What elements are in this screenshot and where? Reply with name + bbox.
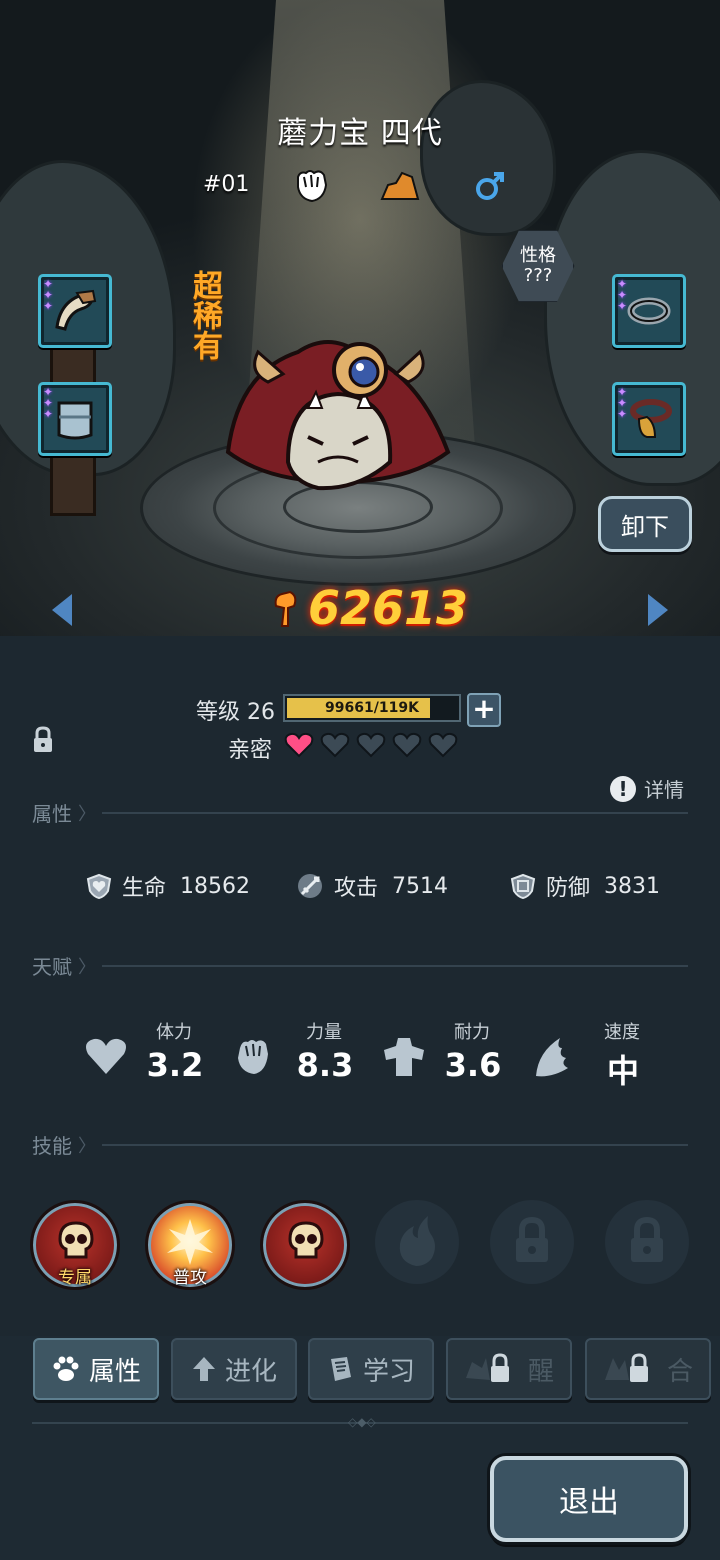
stat-attack: 攻击 7514 [296,870,448,902]
sword-icon [298,874,322,898]
pet-number: #01 [203,172,250,197]
armor-vest-icon [57,401,93,440]
tab-awaken-locked[interactable]: 醒 [446,1338,572,1400]
pet-name: 蘑力宝 四代 [277,116,443,151]
skill-slot-3[interactable] [260,1200,350,1290]
terrain-rock-icon [380,168,420,204]
chevron-right-icon: 〉 [78,1135,96,1157]
flame-icon [399,1216,435,1266]
burst-icon [167,1219,213,1265]
equipment-slot-armor[interactable]: ✦ ✦ ✦ [38,382,112,456]
add-xp-button[interactable]: + [467,693,501,727]
divider: ◇◆◇ [32,1416,688,1428]
affinity-hearts [284,732,458,758]
skill-tag: 专属 [58,1268,92,1288]
heart-empty-icon [428,732,458,758]
level-label: 等级 26 [196,700,275,725]
skull-icon [58,1221,94,1259]
lock-icon [465,1353,509,1382]
combat-power-value: 62613 [308,581,469,635]
exit-button[interactable]: 退出 [490,1456,688,1542]
heart-empty-icon [356,732,386,758]
power-fist-icon [274,590,297,627]
tab-learn[interactable]: 学习 [308,1338,434,1400]
heart-empty-icon [392,732,422,758]
lock-icon[interactable] [32,726,54,758]
next-pet-arrow-icon[interactable] [648,594,668,626]
skill-slot-exclusive[interactable]: 专属 [30,1200,120,1290]
section-attributes: 属性〉 [32,798,688,827]
section-title: 属性 [32,802,72,826]
equipment-slot-collar[interactable]: ✦ ✦ ✦ [612,382,686,456]
trait-label: 性格 [520,245,556,266]
horn-icon [55,289,97,331]
section-talents: 天赋〉 [32,951,688,980]
bell-collar-icon [630,399,672,438]
book-icon [330,1357,351,1381]
section-skills: 技能〉 [32,1130,688,1159]
chevron-right-icon: 〉 [78,956,96,978]
armor-icon [510,873,536,899]
xp-bar: 99661/119K [283,694,461,722]
xp-text: 99661/119K [325,700,419,716]
lock-icon [604,1353,648,1382]
unequip-button[interactable]: 卸下 [598,496,692,552]
heart-icon [86,1038,126,1074]
tab-attributes[interactable]: 属性 [33,1338,159,1400]
evolve-arrow-icon [192,1357,215,1381]
skull-icon [288,1221,324,1259]
equipment-slot-ring[interactable]: ✦ ✦ ✦ [612,274,686,348]
skill-tag: 普攻 [173,1268,207,1288]
chevron-right-icon: 〉 [78,803,96,825]
affinity-label: 亲密 [228,738,273,763]
heart-empty-icon [320,732,350,758]
muscle-icon [384,1038,424,1076]
shield-heart-icon [86,873,112,899]
pet-character[interactable] [208,312,468,512]
heart-filled-icon [284,732,314,758]
trait-value: ??? [523,265,553,286]
lock-icon [631,1216,663,1262]
rarity-badge: 超稀有 [187,270,222,360]
stat-defense: 防御 3831 [510,870,660,902]
male-icon [470,168,510,204]
skill-slot-locked-flame[interactable] [375,1200,459,1284]
tab-evolve[interactable]: 进化 [171,1338,297,1400]
section-title: 技能 [32,1134,72,1158]
section-title: 天赋 [32,955,72,979]
pet-scene: 蘑力宝 四代 #01 超稀有 性格 ??? ✦ ✦ ✦ ✦ ✦ ✦ ✦ ✦ ✦ ✦ ✦ ✦ 卸下… [0,0,720,640]
skill-slot-basic-attack[interactable]: 普攻 [145,1200,235,1290]
rock-decoration [420,80,556,236]
fist-icon [238,1040,268,1074]
fist-icon [292,168,332,204]
equipment-slot-horn[interactable]: ✦ ✦ ✦ [38,274,112,348]
prev-pet-arrow-icon[interactable] [52,594,72,626]
ring-band-icon [627,297,671,325]
combat-power: 62613 [270,580,468,636]
stat-hp: 生命 18562 [86,870,250,902]
skill-slot-locked[interactable] [490,1200,574,1284]
skill-slot-locked[interactable] [605,1200,689,1284]
paw-icon [53,1356,79,1381]
wing-icon [536,1038,568,1077]
tab-fusion-locked[interactable]: 合 [585,1338,711,1400]
lock-icon [516,1216,548,1262]
